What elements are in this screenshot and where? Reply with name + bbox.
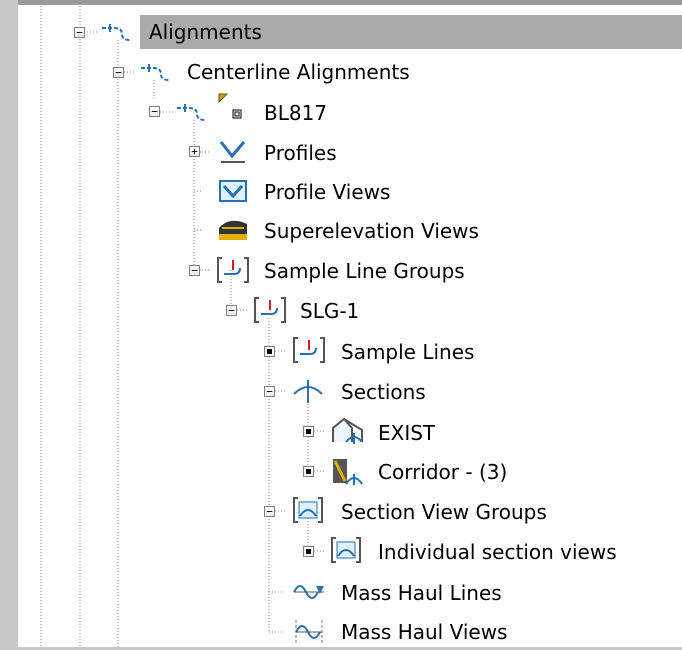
collapse-toggle-centerline-alignments[interactable]: −	[113, 67, 124, 78]
surface-section-icon	[330, 416, 366, 450]
collapse-toggle-sections[interactable]: −	[264, 386, 275, 397]
tree-node-sample-lines[interactable]: Sample Lines	[341, 340, 474, 364]
collection-toggle-sample-lines[interactable]	[264, 346, 275, 357]
profile-view-icon	[218, 178, 248, 208]
tree-node-exist[interactable]: EXIST	[378, 421, 435, 445]
tree-node-bl817[interactable]: BL817	[264, 101, 327, 125]
tree-node-corridor[interactable]: Corridor - (3)	[378, 460, 507, 484]
tree-node-sample-line-groups[interactable]: Sample Line Groups	[264, 259, 465, 283]
tree-node-profiles[interactable]: Profiles	[264, 141, 337, 165]
profile-icon	[218, 138, 248, 168]
sections-icon	[292, 378, 324, 408]
mass-haul-view-icon	[292, 618, 326, 650]
tree-node-slg1[interactable]: SLG-1	[300, 299, 359, 323]
tree-node-mass-haul-lines[interactable]: Mass Haul Lines	[341, 581, 502, 605]
section-view-group-icon	[330, 536, 362, 568]
collapse-toggle-sample-line-groups[interactable]: −	[189, 265, 200, 276]
collection-toggle-individual-section-views[interactable]	[303, 546, 314, 557]
alignment-with-flag-icon	[175, 92, 261, 126]
tree-node-profile-views[interactable]: Profile Views	[264, 180, 390, 204]
tree-node-sections[interactable]: Sections	[341, 380, 426, 404]
section-view-group-icon	[292, 496, 324, 528]
sample-line-group-icon	[216, 256, 250, 288]
alignment-icon	[139, 62, 175, 86]
sample-line-group-icon	[253, 296, 287, 328]
collapse-toggle-slg1[interactable]: −	[226, 305, 237, 316]
tree-node-centerline-alignments[interactable]: Centerline Alignments	[187, 60, 410, 84]
sample-lines-icon	[292, 336, 326, 368]
collapse-toggle-section-view-groups[interactable]: −	[264, 506, 275, 517]
collapse-toggle-bl817[interactable]: −	[149, 106, 160, 117]
expand-toggle-profiles[interactable]: +	[189, 146, 200, 157]
mass-haul-line-icon	[292, 580, 326, 608]
tree-node-mass-haul-views[interactable]: Mass Haul Views	[341, 620, 507, 644]
collapse-toggle-alignments[interactable]: −	[74, 27, 85, 38]
superelevation-view-icon	[216, 214, 250, 248]
tree-node-section-view-groups[interactable]: Section View Groups	[341, 500, 547, 524]
corridor-section-icon	[330, 456, 366, 490]
collection-toggle-corridor[interactable]	[303, 466, 314, 477]
collection-toggle-exist[interactable]	[303, 426, 314, 437]
tree-node-individual-section-views[interactable]: Individual section views	[378, 540, 617, 564]
tree-label-alignments: Alignments	[149, 20, 262, 44]
alignment-icon	[100, 22, 136, 46]
tree-node-superelevation-views[interactable]: Superelevation Views	[264, 219, 479, 243]
